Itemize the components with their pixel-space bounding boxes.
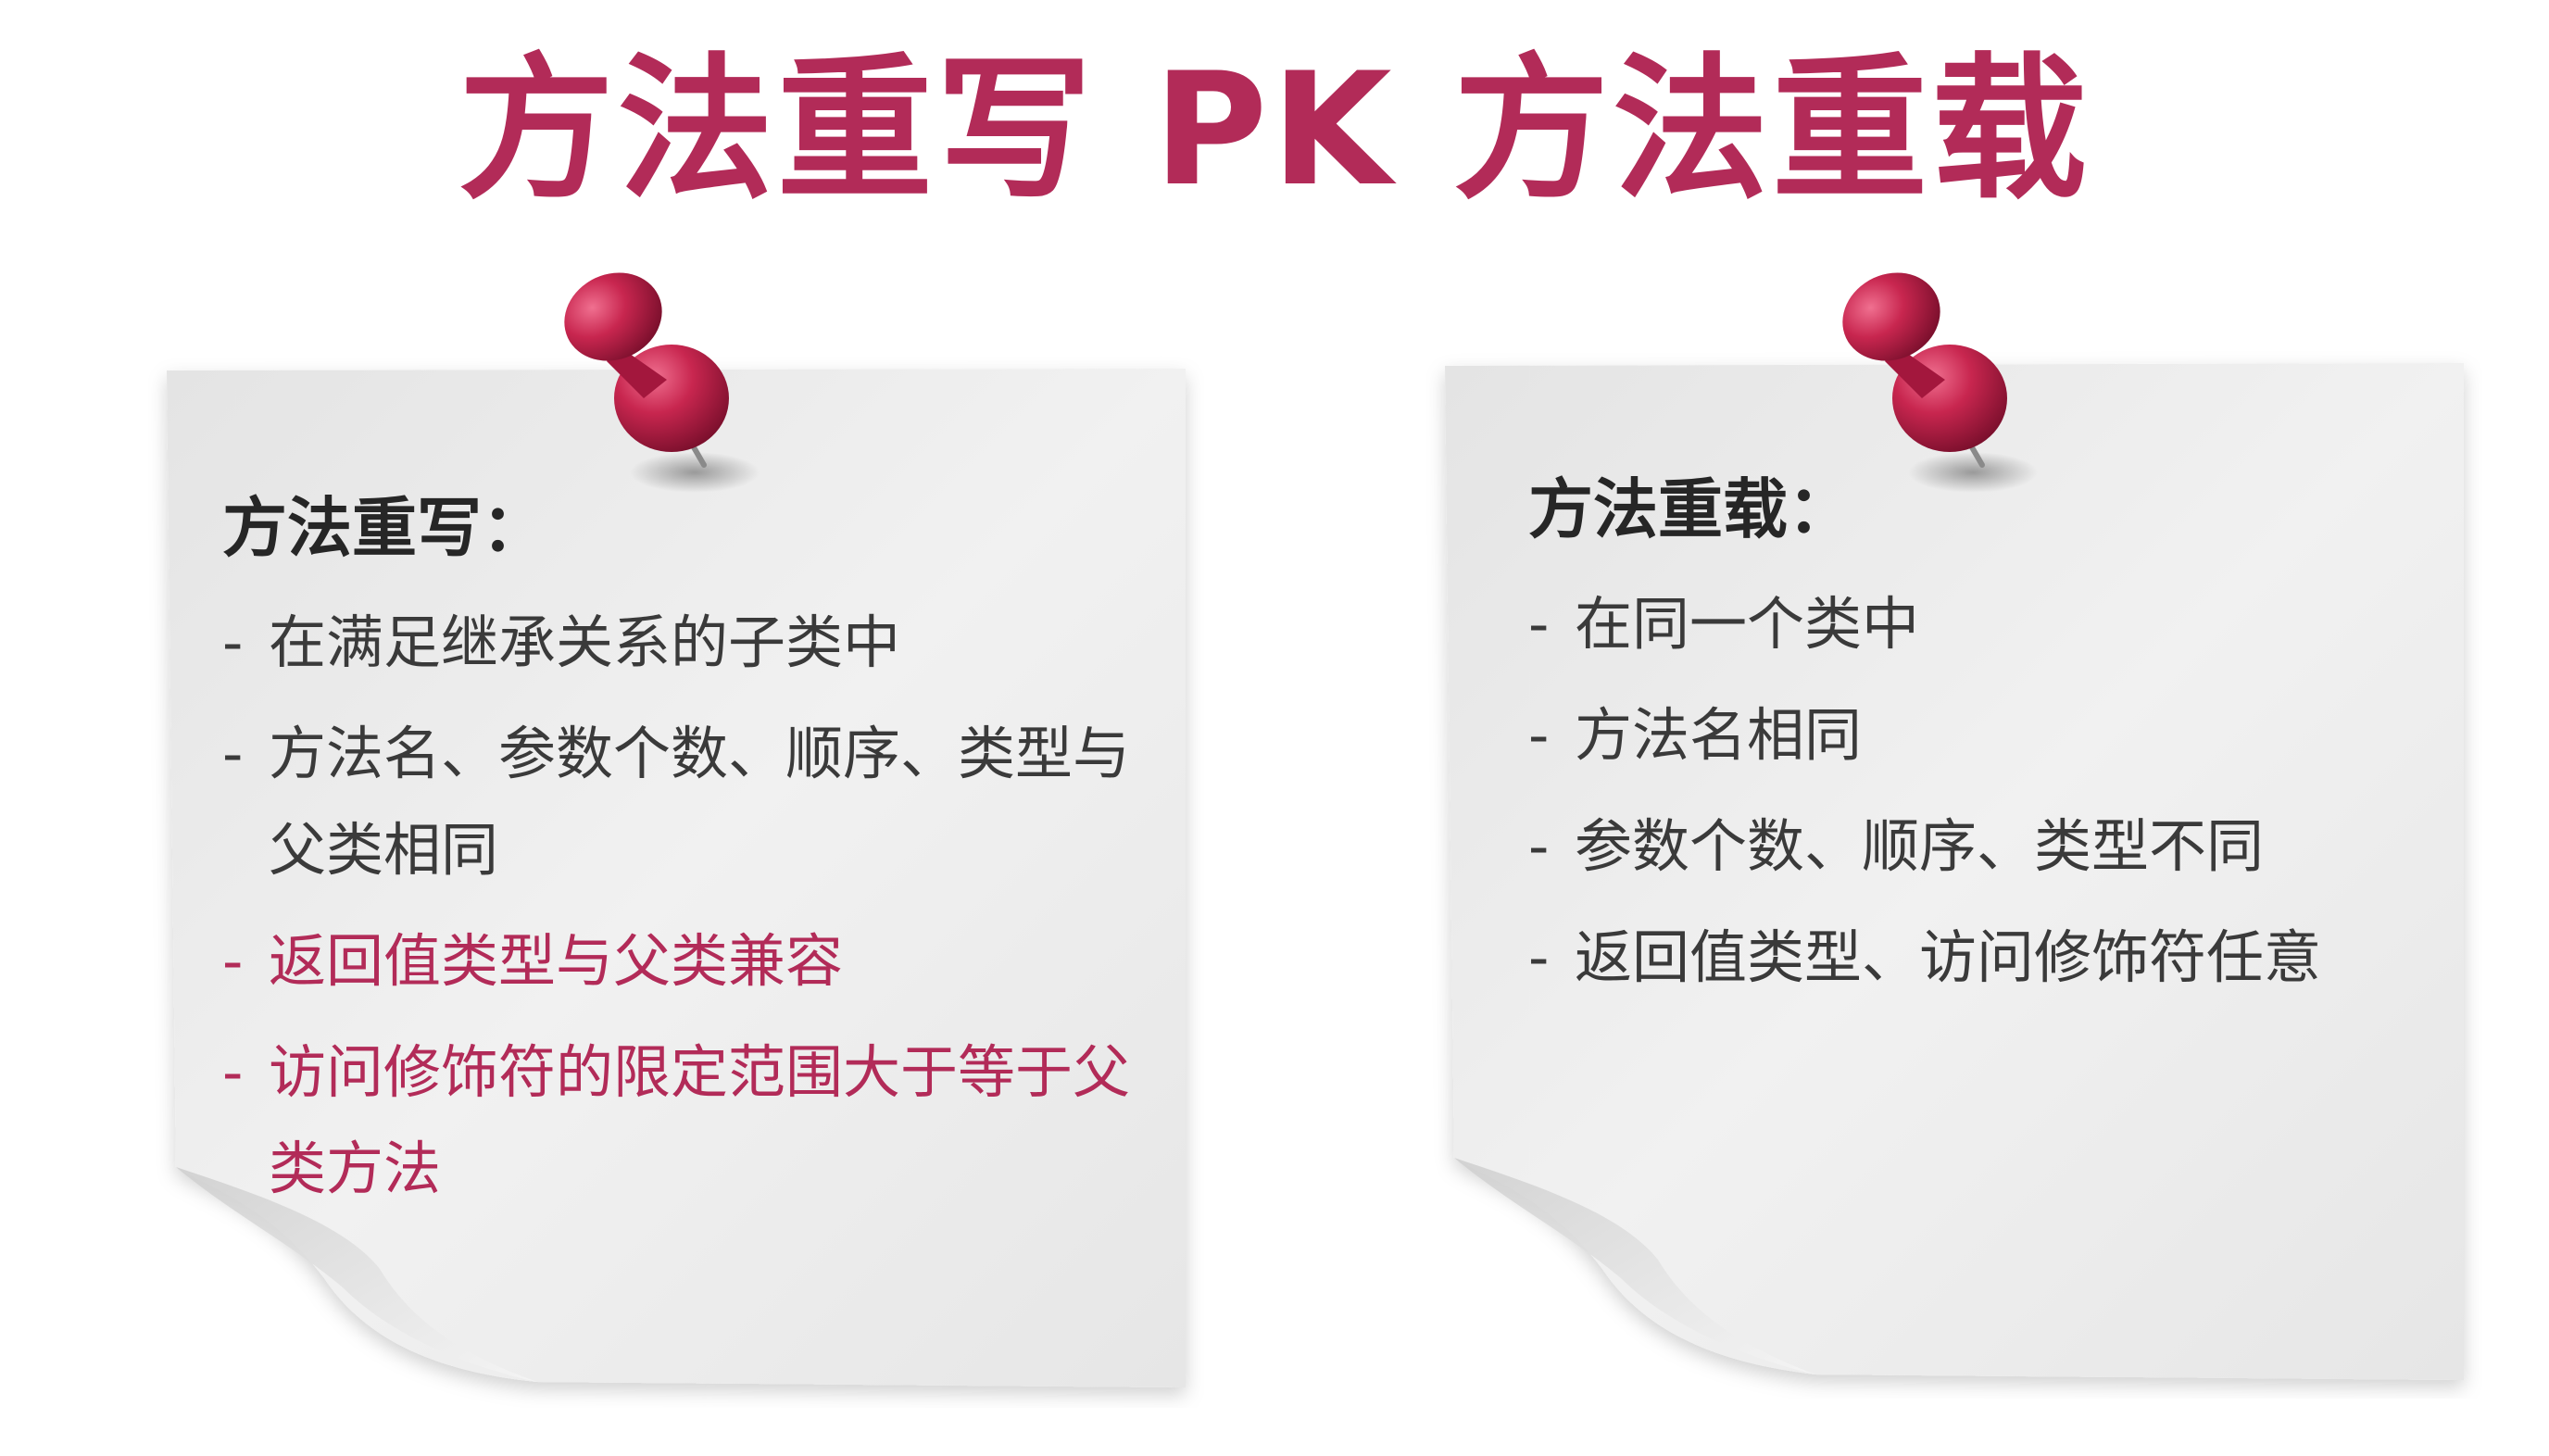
- override-item: - 在满足继承关系的子类中: [222, 595, 1149, 691]
- bullet-dash: -: [1528, 590, 1550, 658]
- overload-note-content: 方法重载： - 在同一个类中 - 方法名相同 - 参数个数、顺序、类型不同 - …: [1528, 463, 2455, 1021]
- overload-item-text: 返回值类型、访问修饰符任意: [1575, 923, 2322, 991]
- overload-item-text: 参数个数、顺序、类型不同: [1575, 812, 2265, 880]
- override-item: - 方法名、参数个数、顺序、类型与父类相同: [222, 706, 1149, 898]
- override-item-highlight: - 访问修饰符的限定范围大于等于父类方法: [222, 1024, 1149, 1217]
- overload-item: - 返回值类型、访问修饰符任意: [1528, 910, 2455, 1006]
- overload-item: - 参数个数、顺序、类型不同: [1528, 798, 2455, 895]
- overload-item-text: 方法名相同: [1575, 701, 1863, 769]
- overload-item-text: 在同一个类中: [1575, 590, 1920, 658]
- bullet-dash: -: [1528, 923, 1550, 991]
- bullet-dash: -: [222, 1038, 244, 1106]
- override-item-highlight: - 返回值类型与父类兼容: [222, 913, 1149, 1010]
- pushpin-icon: [564, 272, 760, 493]
- override-item-text: 访问修饰符的限定范围大于等于父类方法: [269, 1038, 1131, 1202]
- overload-item: - 在同一个类中: [1528, 576, 2455, 672]
- override-item-text: 方法名、参数个数、顺序、类型与父类相同: [269, 720, 1131, 884]
- bullet-dash: -: [222, 927, 244, 995]
- override-list: - 在满足继承关系的子类中 - 方法名、参数个数、顺序、类型与父类相同 - 返回…: [222, 595, 1149, 1217]
- override-item-text: 在满足继承关系的子类中: [269, 609, 901, 676]
- overload-note-card: 方法重载： - 在同一个类中 - 方法名相同 - 参数个数、顺序、类型不同 - …: [1426, 343, 2482, 1399]
- override-item-text: 返回值类型与父类兼容: [269, 927, 844, 995]
- page-title: 方法重写 PK 方法重载: [458, 39, 2091, 220]
- bullet-dash: -: [222, 720, 244, 787]
- overload-item: - 方法名相同: [1528, 687, 2455, 784]
- override-note-content: 方法重写： - 在满足继承关系的子类中 - 方法名、参数个数、顺序、类型与父类相…: [222, 482, 1149, 1232]
- overload-list: - 在同一个类中 - 方法名相同 - 参数个数、顺序、类型不同 - 返回值类型、…: [1528, 576, 2455, 1006]
- bullet-dash: -: [1528, 701, 1550, 769]
- bullet-dash: -: [222, 609, 244, 676]
- override-note-card: 方法重写： - 在满足继承关系的子类中 - 方法名、参数个数、顺序、类型与父类相…: [148, 352, 1204, 1408]
- bullet-dash: -: [1528, 812, 1550, 880]
- pushpin-icon: [1842, 272, 2038, 493]
